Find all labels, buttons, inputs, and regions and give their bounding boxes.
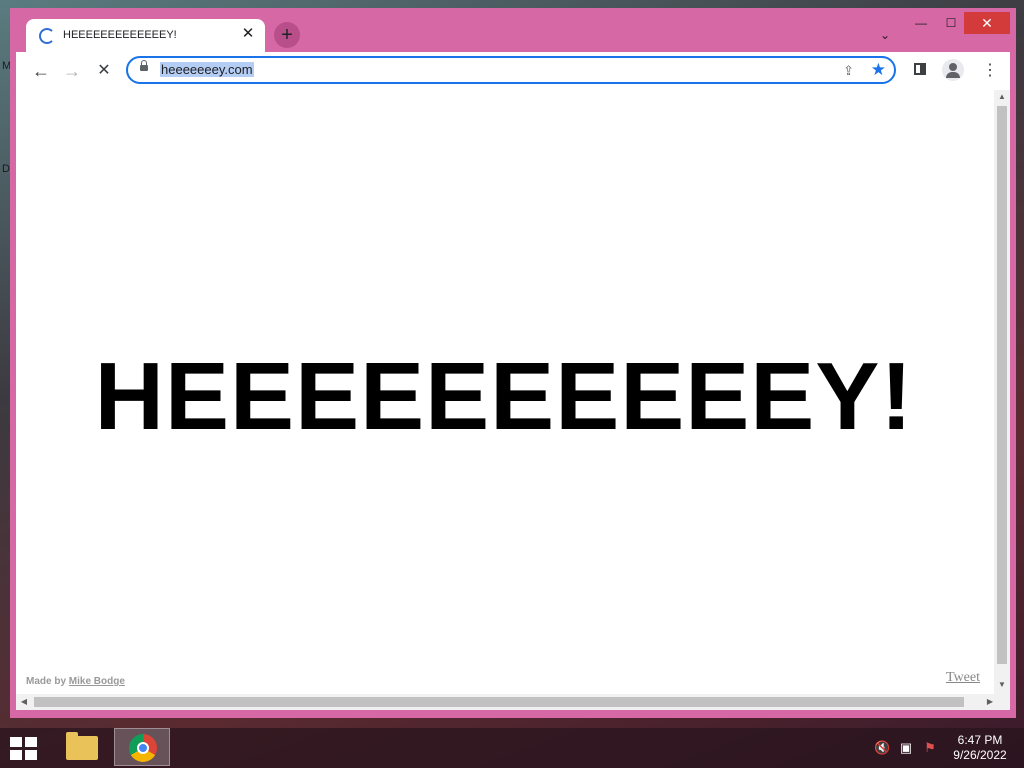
vertical-scroll-thumb[interactable] — [997, 106, 1007, 664]
scroll-left-arrow-icon[interactable]: ◀ — [16, 697, 32, 706]
share-icon[interactable]: ⇪ — [843, 63, 854, 79]
author-link[interactable]: Mike Bodge — [69, 676, 125, 687]
address-bar[interactable]: heeeeeeey.com ⇪ ★ — [126, 56, 896, 84]
forward-button[interactable]: → — [61, 60, 83, 82]
scroll-right-arrow-icon[interactable]: ▶ — [982, 697, 998, 706]
browser-menu-button[interactable]: ⋮ — [982, 59, 998, 83]
minimize-button[interactable]: — — [906, 12, 936, 34]
bookmark-star-icon[interactable]: ★ — [871, 60, 886, 80]
tab-search-button[interactable]: ⌄ — [876, 26, 894, 44]
side-panel-icon[interactable] — [914, 63, 926, 75]
title-bar: HEEEEEEEEEEEEEY! ✕ + ⌄ — ☐ ✕ — [10, 8, 1016, 52]
horizontal-scroll-thumb[interactable] — [34, 697, 964, 707]
page-viewport: HEEEEEEEEEEY! Made by Mike Bodge Tweet ▲… — [16, 90, 1010, 710]
browser-window: HEEEEEEEEEEEEEY! ✕ + ⌄ — ☐ ✕ ← → ✕ heeee… — [10, 8, 1016, 718]
chrome-taskbar-button[interactable] — [114, 728, 170, 766]
horizontal-scrollbar[interactable]: ◀ ▶ — [16, 694, 1010, 710]
new-tab-button[interactable]: + — [274, 22, 300, 48]
page-headline: HEEEEEEEEEEY! — [94, 343, 914, 450]
vertical-scrollbar[interactable]: ▲ ▼ — [994, 90, 1010, 694]
taskbar: 🔇 ▣ ⚑ 6:47 PM 9/26/2022 — [0, 728, 1024, 768]
browser-tab[interactable]: HEEEEEEEEEEEEEY! ✕ — [26, 19, 265, 52]
clock-time: 6:47 PM — [957, 733, 1003, 747]
maximize-button[interactable]: ☐ — [936, 12, 966, 34]
scroll-down-arrow-icon[interactable]: ▼ — [994, 680, 1010, 689]
tab-close-button[interactable]: ✕ — [239, 25, 257, 43]
system-clock[interactable]: 6:47 PM 9/26/2022 — [944, 733, 1016, 763]
url-text[interactable]: heeeeeeey.com — [160, 62, 254, 77]
network-icon[interactable]: ▣ — [898, 740, 914, 756]
stop-loading-button[interactable]: ✕ — [93, 60, 115, 82]
action-center-flag-icon[interactable]: ⚑ — [922, 740, 938, 756]
credit-prefix: Made by — [26, 676, 67, 687]
desktop-edge-text: D — [2, 163, 10, 175]
loading-spinner-icon — [39, 28, 55, 44]
chrome-icon — [129, 734, 157, 762]
lock-icon[interactable] — [140, 60, 148, 71]
file-explorer-taskbar-button[interactable] — [54, 728, 110, 766]
tab-title: HEEEEEEEEEEEEEY! — [63, 29, 177, 41]
profile-avatar-icon[interactable] — [942, 59, 964, 81]
back-button[interactable]: ← — [30, 60, 52, 82]
tweet-link[interactable]: Tweet — [946, 670, 980, 686]
clock-date: 9/26/2022 — [953, 748, 1007, 762]
folder-icon — [66, 732, 98, 760]
close-window-button[interactable]: ✕ — [964, 12, 1010, 34]
windows-start-icon[interactable] — [10, 737, 38, 761]
volume-muted-icon[interactable]: 🔇 — [874, 740, 890, 756]
scroll-up-arrow-icon[interactable]: ▲ — [994, 92, 1010, 101]
credit-line: Made by Mike Bodge — [26, 676, 125, 687]
browser-toolbar: ← → ✕ heeeeeeey.com ⇪ ★ ⋮ — [16, 52, 1010, 90]
